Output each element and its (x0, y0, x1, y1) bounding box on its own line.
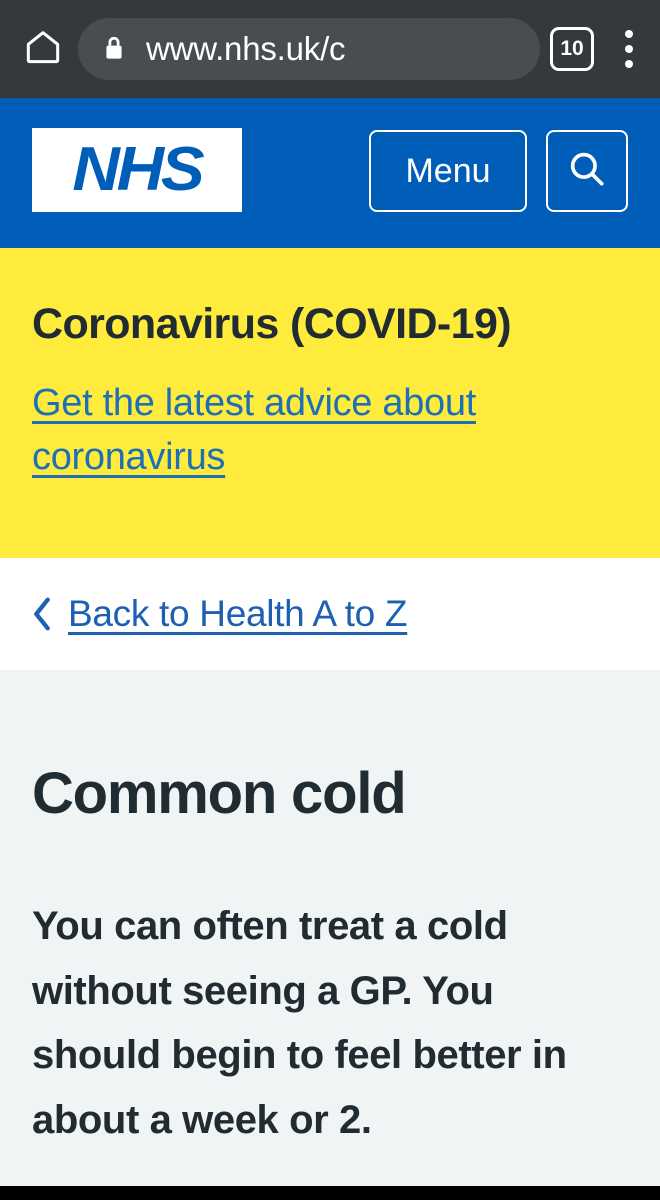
menu-button[interactable]: Menu (369, 130, 527, 212)
home-button[interactable] (14, 20, 72, 78)
chevron-left-icon (30, 594, 54, 634)
lock-icon (100, 33, 128, 65)
breadcrumb: Back to Health A to Z (0, 558, 660, 670)
system-navigation-bar (0, 1186, 660, 1200)
menu-button-label: Menu (405, 151, 491, 190)
tab-counter-button[interactable]: 10 (550, 27, 594, 71)
home-icon (23, 27, 63, 72)
nhs-site-header: NHS Menu (0, 98, 660, 248)
three-dots-icon-dot (625, 30, 633, 38)
nhs-logo-text: NHS (72, 135, 204, 204)
search-button[interactable] (546, 130, 628, 212)
coronavirus-banner: Coronavirus (COVID-19) Get the latest ad… (0, 248, 660, 558)
tab-count-label: 10 (560, 37, 584, 60)
back-to-health-a-to-z-link[interactable]: Back to Health A to Z (68, 593, 408, 635)
page-title: Common cold (32, 761, 407, 826)
coronavirus-link-wrap: Get the latest advice about coronavirus (32, 377, 628, 485)
browser-toolbar: www.nhs.uk/c 10 (0, 0, 660, 98)
three-dots-icon-dot (625, 60, 633, 68)
coronavirus-advice-link[interactable]: Get the latest advice about coronavirus (32, 382, 476, 478)
article-lead-paragraph: You can often treat a cold without seein… (32, 903, 567, 1143)
three-dots-icon-dot (625, 45, 633, 53)
coronavirus-banner-title: Coronavirus (COVID-19) (32, 300, 512, 348)
address-bar[interactable]: www.nhs.uk/c (78, 18, 540, 80)
search-icon (566, 148, 608, 195)
nhs-logo[interactable]: NHS (32, 128, 242, 212)
article-container: Common cold You can often treat a cold w… (0, 670, 660, 1186)
url-text: www.nhs.uk/c (146, 30, 346, 67)
browser-overflow-menu-button[interactable] (612, 23, 646, 75)
phone-screen: www.nhs.uk/c 10 NHS Menu Coronavirus (CO… (0, 0, 660, 1200)
